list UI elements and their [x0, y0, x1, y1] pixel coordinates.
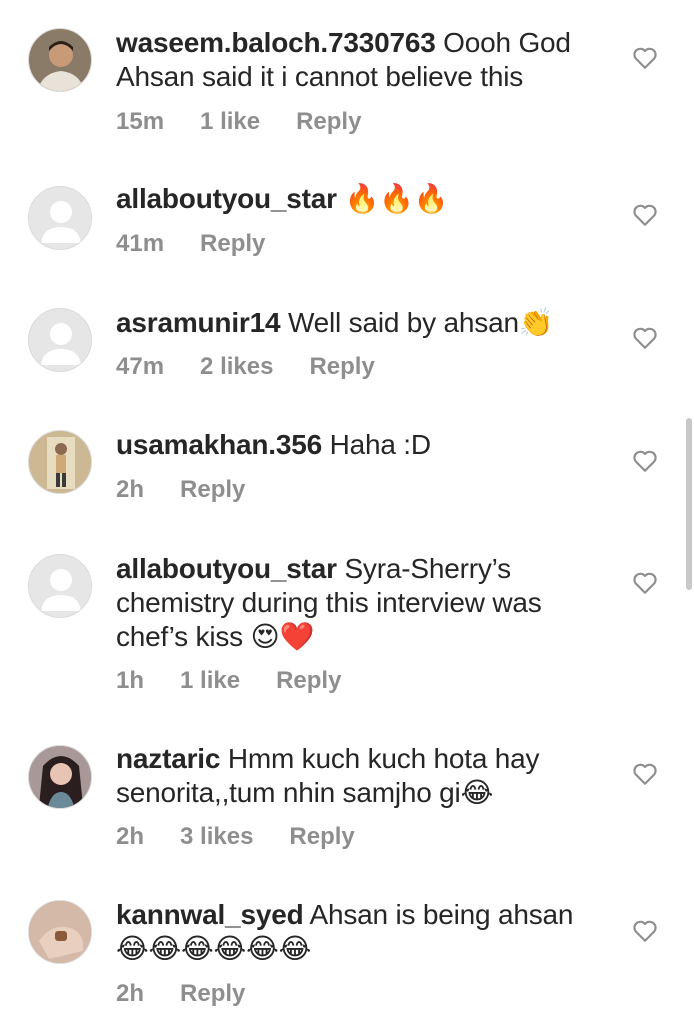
reply-button[interactable]: Reply [296, 108, 361, 136]
avatar[interactable] [28, 745, 92, 809]
avatar[interactable] [28, 554, 92, 618]
comment-body: Well said by ahsan👏 [287, 307, 554, 338]
comment-username[interactable]: usamakhan.356 [116, 429, 322, 460]
avatar[interactable] [28, 28, 92, 92]
reply-button[interactable]: Reply [200, 230, 265, 258]
default-user-icon [29, 309, 91, 371]
scrollbar[interactable] [686, 418, 692, 590]
comment-time: 2h [116, 980, 145, 1007]
heart-outline-icon[interactable] [632, 203, 658, 227]
avatar-photo-icon [29, 431, 91, 493]
comment-username[interactable]: naztaric [116, 743, 220, 774]
comment-time: 15m [116, 108, 165, 135]
comment-time: 41m [116, 230, 165, 257]
heart-outline-icon[interactable] [632, 919, 658, 943]
avatar-photo-icon [29, 29, 91, 91]
comment-meta: 41m Reply [116, 230, 301, 258]
comment-time: 47m [116, 353, 165, 380]
comment-time: 2h [116, 823, 145, 850]
heart-outline-icon[interactable] [632, 46, 658, 70]
comment-username[interactable]: kannwal_syed [116, 899, 304, 930]
comment-time: 2h [116, 476, 145, 503]
comment-body: 🔥🔥🔥 [344, 182, 449, 215]
comment-username[interactable]: asramunir14 [116, 307, 281, 338]
comment-likes[interactable]: 1 like [200, 108, 260, 136]
avatar-photo-icon [29, 901, 91, 963]
avatar[interactable] [28, 900, 92, 964]
comment-text: allaboutyou_star Syra-Sherry’s chemistry… [116, 552, 606, 654]
comment-text: usamakhan.356 Haha :D [116, 428, 606, 462]
comment-text: naztaric Hmm kuch kuch hota hay senorita… [116, 742, 606, 810]
comment-meta: 2h 3 likes Reply [116, 823, 391, 851]
comment-text: kannwal_syed Ahsan is being ahsan 😂😂😂😂😂😂 [116, 898, 606, 966]
comment-likes[interactable]: 3 likes [180, 823, 253, 851]
comment-username[interactable]: allaboutyou_star [116, 183, 337, 214]
comment-meta: 15m 1 like Reply [116, 108, 397, 136]
comment-username[interactable]: waseem.baloch.7330763 [116, 27, 436, 58]
default-user-icon [29, 555, 91, 617]
avatar-photo-icon [29, 746, 91, 808]
avatar[interactable] [28, 430, 92, 494]
heart-outline-icon[interactable] [632, 326, 658, 350]
reply-button[interactable]: Reply [180, 980, 245, 1008]
comment-text: waseem.baloch.7330763 Oooh God Ahsan sai… [116, 26, 606, 94]
comment-body: Haha :D [329, 429, 432, 460]
comment-username[interactable]: allaboutyou_star [116, 553, 337, 584]
reply-button[interactable]: Reply [180, 476, 245, 504]
comment-meta: 47m 2 likes Reply [116, 353, 411, 381]
comment-likes[interactable]: 1 like [180, 667, 240, 695]
comment-meta: 2h Reply [116, 980, 281, 1008]
heart-outline-icon[interactable] [632, 449, 658, 473]
avatar[interactable] [28, 186, 92, 250]
reply-button[interactable]: Reply [289, 823, 354, 851]
comment-time: 1h [116, 667, 145, 694]
comment-text: asramunir14 Well said by ahsan👏 [116, 306, 606, 340]
heart-outline-icon[interactable] [632, 571, 658, 595]
reply-button[interactable]: Reply [276, 667, 341, 695]
default-user-icon [29, 187, 91, 249]
comment-text: allaboutyou_star 🔥🔥🔥 [116, 182, 606, 216]
reply-button[interactable]: Reply [309, 353, 374, 381]
avatar[interactable] [28, 308, 92, 372]
comment-likes[interactable]: 2 likes [200, 353, 273, 381]
heart-outline-icon[interactable] [632, 762, 658, 786]
comment-meta: 1h 1 like Reply [116, 667, 377, 695]
comment-meta: 2h Reply [116, 476, 281, 504]
